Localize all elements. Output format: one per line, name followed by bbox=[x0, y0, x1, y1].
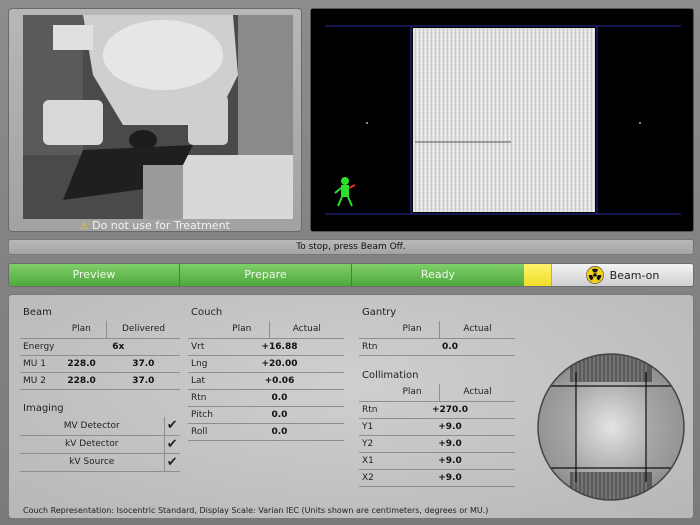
camera-caption: ⚠ Do not use for Treatment bbox=[9, 219, 301, 232]
collimation-table: Plan Actual Rtn +270.0 Y1 +9.0 Y2 +9.0 X… bbox=[359, 384, 515, 487]
imaging-row: kV Detector ✔ bbox=[20, 435, 180, 454]
gantry-table: Plan Actual Rtn 0.0 bbox=[359, 321, 515, 356]
beam-on-label: Beam-on bbox=[609, 268, 660, 282]
table-row: Lng +20.00 bbox=[188, 355, 344, 373]
mu2-plan-value: 228.0 bbox=[56, 372, 107, 390]
couch-vrt-label: Vrt bbox=[188, 338, 215, 356]
checkmark-icon: ✔ bbox=[163, 417, 180, 436]
beam-col-delivered: Delivered bbox=[106, 321, 180, 339]
workflow-step-preview[interactable]: Preview bbox=[9, 264, 180, 286]
couch-roll-value: 0.0 bbox=[214, 423, 344, 441]
imaging-table: MV Detector ✔ kV Detector ✔ kV Source ✔ bbox=[20, 417, 180, 472]
gantry-rtn-value: 0.0 bbox=[385, 338, 515, 356]
collimation-section-title: Collimation bbox=[362, 370, 419, 381]
beam-col-plan: Plan bbox=[56, 321, 108, 339]
portal-image bbox=[311, 9, 693, 231]
imaging-section-title: Imaging bbox=[23, 403, 64, 414]
mu1-delivered-value: 37.0 bbox=[106, 355, 180, 373]
collimation-col-actual: Actual bbox=[439, 384, 515, 402]
gantry-col-plan: Plan bbox=[385, 321, 441, 339]
table-row: Rtn +270.0 bbox=[359, 401, 515, 419]
checkmark-icon: ✔ bbox=[163, 435, 180, 454]
couch-table: Plan Actual Vrt +16.88 Lng +20.00 Lat +0… bbox=[188, 321, 344, 441]
couch-pitch-label: Pitch bbox=[188, 406, 215, 424]
mu1-label: MU 1 bbox=[20, 355, 57, 373]
couch-lat-value: +0.06 bbox=[214, 372, 344, 390]
imaging-device-label: kV Source bbox=[20, 453, 164, 472]
couch-roll-label: Roll bbox=[188, 423, 215, 441]
couch-rtn-value: 0.0 bbox=[214, 389, 344, 407]
collimation-x1-value: +9.0 bbox=[385, 452, 515, 470]
gantry-col-actual: Actual bbox=[439, 321, 515, 339]
couch-lat-label: Lat bbox=[188, 372, 215, 390]
couch-pitch-value: 0.0 bbox=[214, 406, 344, 424]
treatment-room-image bbox=[23, 15, 293, 219]
table-row: Y1 +9.0 bbox=[359, 418, 515, 436]
table-row: Y2 +9.0 bbox=[359, 435, 515, 453]
warning-triangle-icon: ⚠ bbox=[80, 221, 90, 232]
workflow-bar: Preview Prepare Ready Beam-on bbox=[8, 263, 694, 287]
beam-section-title: Beam bbox=[23, 307, 52, 318]
table-row: Vrt +16.88 bbox=[188, 338, 344, 356]
collimation-x2-label: X2 bbox=[359, 469, 385, 487]
treatment-parameters-panel: Beam Plan Delivered Energy 6x MU 1 228.0… bbox=[8, 294, 694, 519]
collimation-y2-value: +9.0 bbox=[385, 435, 515, 453]
table-row: Pitch 0.0 bbox=[188, 406, 344, 424]
table-row: Lat +0.06 bbox=[188, 372, 344, 390]
collimation-col-plan: Plan bbox=[385, 384, 441, 402]
couch-rtn-label: Rtn bbox=[188, 389, 215, 407]
couch-section-title: Couch bbox=[191, 307, 223, 318]
portal-image-panel bbox=[310, 8, 694, 232]
imaging-device-label: MV Detector bbox=[20, 417, 164, 436]
imaging-row: kV Source ✔ bbox=[20, 453, 180, 472]
couch-col-plan: Plan bbox=[214, 321, 270, 339]
room-camera-view bbox=[23, 15, 293, 219]
gantry-rtn-label: Rtn bbox=[359, 338, 385, 356]
collimation-x2-value: +9.0 bbox=[385, 469, 515, 487]
workflow-step-prepare[interactable]: Prepare bbox=[180, 264, 352, 286]
status-bar: To stop, press Beam Off. bbox=[8, 239, 694, 255]
beam-status-indicator bbox=[524, 264, 552, 286]
imaging-row: MV Detector ✔ bbox=[20, 417, 180, 436]
imaging-device-label: kV Detector bbox=[20, 435, 164, 454]
couch-col-actual: Actual bbox=[269, 321, 344, 339]
mu2-delivered-value: 37.0 bbox=[106, 372, 180, 390]
collimation-y1-value: +9.0 bbox=[385, 418, 515, 436]
room-camera-panel: ⚠ Do not use for Treatment bbox=[8, 8, 302, 232]
table-row: Roll 0.0 bbox=[188, 423, 344, 441]
energy-value: 6x bbox=[56, 338, 180, 356]
energy-label: Energy bbox=[20, 338, 57, 356]
couch-lng-value: +20.00 bbox=[214, 355, 344, 373]
collimation-y2-label: Y2 bbox=[359, 435, 385, 453]
table-row: Rtn 0.0 bbox=[359, 338, 515, 356]
table-row: X1 +9.0 bbox=[359, 452, 515, 470]
mu1-plan-value: 228.0 bbox=[56, 355, 107, 373]
beam-on-button[interactable]: Beam-on bbox=[552, 264, 693, 286]
checkmark-icon: ✔ bbox=[163, 453, 180, 472]
radiation-icon bbox=[585, 266, 604, 284]
table-row: X2 +9.0 bbox=[359, 469, 515, 487]
couch-lng-label: Lng bbox=[188, 355, 215, 373]
footer-note: Couch Representation: Isocentric Standar… bbox=[23, 506, 489, 515]
collimation-y1-label: Y1 bbox=[359, 418, 385, 436]
mu2-label: MU 2 bbox=[20, 372, 57, 390]
collimation-rtn-label: Rtn bbox=[359, 401, 385, 419]
collimation-rtn-value: +270.0 bbox=[385, 401, 515, 419]
gantry-section-title: Gantry bbox=[362, 307, 397, 318]
couch-vrt-value: +16.88 bbox=[214, 338, 344, 356]
beam-table: Plan Delivered Energy 6x MU 1 228.0 37.0… bbox=[20, 321, 180, 390]
collimator-view bbox=[537, 353, 685, 501]
workflow-step-ready[interactable]: Ready bbox=[352, 264, 524, 286]
table-row: Rtn 0.0 bbox=[188, 389, 344, 407]
camera-caption-text: Do not use for Treatment bbox=[92, 219, 230, 232]
collimation-x1-label: X1 bbox=[359, 452, 385, 470]
